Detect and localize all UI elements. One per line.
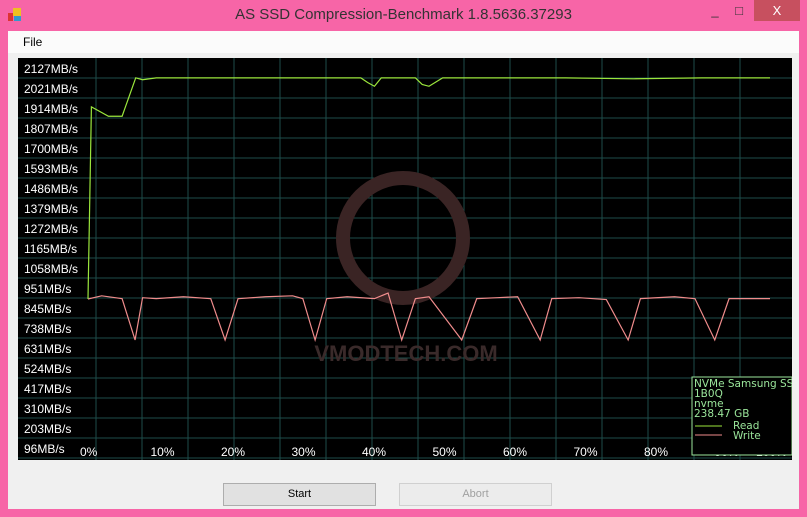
legend-info: 238.47 GB — [694, 408, 749, 420]
x-tick-label: 70% — [574, 445, 598, 459]
y-tick-label: 1807MB/s — [24, 122, 78, 136]
y-tick-label: 738MB/s — [24, 322, 71, 336]
y-tick-label: 1700MB/s — [24, 142, 78, 156]
client-area: File VMODTECH.COM 2127MB/s 2021MB/s 1914MB/… — [8, 31, 799, 509]
watermark-text: VMODTECH.COM — [314, 341, 497, 366]
y-tick-label: 2127MB/s — [24, 62, 78, 76]
y-tick-label: 1593MB/s — [24, 162, 78, 176]
chart-svg: VMODTECH.COM 2127MB/s 2021MB/s 1914MB/s 1807… — [18, 58, 794, 460]
y-tick-label: 1165MB/s — [24, 242, 77, 256]
y-tick-label: 1272MB/s — [24, 222, 78, 236]
x-tick-label: 30% — [292, 445, 316, 459]
start-button[interactable]: Start — [223, 483, 376, 506]
x-tick-label: 50% — [433, 445, 457, 459]
x-tick-label: 80% — [644, 445, 668, 459]
y-tick-label: 845MB/s — [24, 302, 71, 316]
y-tick-label: 1486MB/s — [24, 182, 78, 196]
x-tick-label: 0% — [80, 445, 98, 459]
x-tick-label: 10% — [151, 445, 175, 459]
x-tick-label: 20% — [221, 445, 245, 459]
y-tick-label: 1914MB/s — [24, 102, 78, 116]
menu-file[interactable]: File — [23, 35, 42, 49]
y-tick-label: 631MB/s — [24, 342, 71, 356]
y-tick-label: 524MB/s — [24, 362, 71, 376]
y-tick-label: 96MB/s — [24, 442, 65, 456]
maximize-button[interactable]: □ — [724, 0, 754, 21]
window-title: AS SSD Compression-Benchmark 1.8.5636.37… — [235, 6, 572, 23]
y-tick-label: 1379MB/s — [24, 202, 78, 216]
y-tick-label: 310MB/s — [24, 402, 71, 416]
series-line-write — [87, 292, 770, 343]
legend-write-label: Write — [733, 430, 761, 442]
close-button[interactable]: X — [754, 0, 800, 21]
y-tick-label: 417MB/s — [24, 382, 71, 396]
abort-button[interactable]: Abort — [399, 483, 552, 506]
x-tick-label: 40% — [362, 445, 386, 459]
y-tick-label: 203MB/s — [24, 422, 71, 436]
benchmark-chart: VMODTECH.COM 2127MB/s 2021MB/s 1914MB/s 1807… — [18, 58, 794, 460]
title-bar: AS SSD Compression-Benchmark 1.8.5636.37… — [0, 0, 807, 31]
y-tick-label: 1058MB/s — [24, 262, 78, 276]
x-tick-label: 60% — [503, 445, 527, 459]
y-tick-label: 951MB/s — [24, 282, 71, 296]
menu-bar: File — [8, 31, 799, 53]
y-tick-label: 2021MB/s — [24, 82, 78, 96]
